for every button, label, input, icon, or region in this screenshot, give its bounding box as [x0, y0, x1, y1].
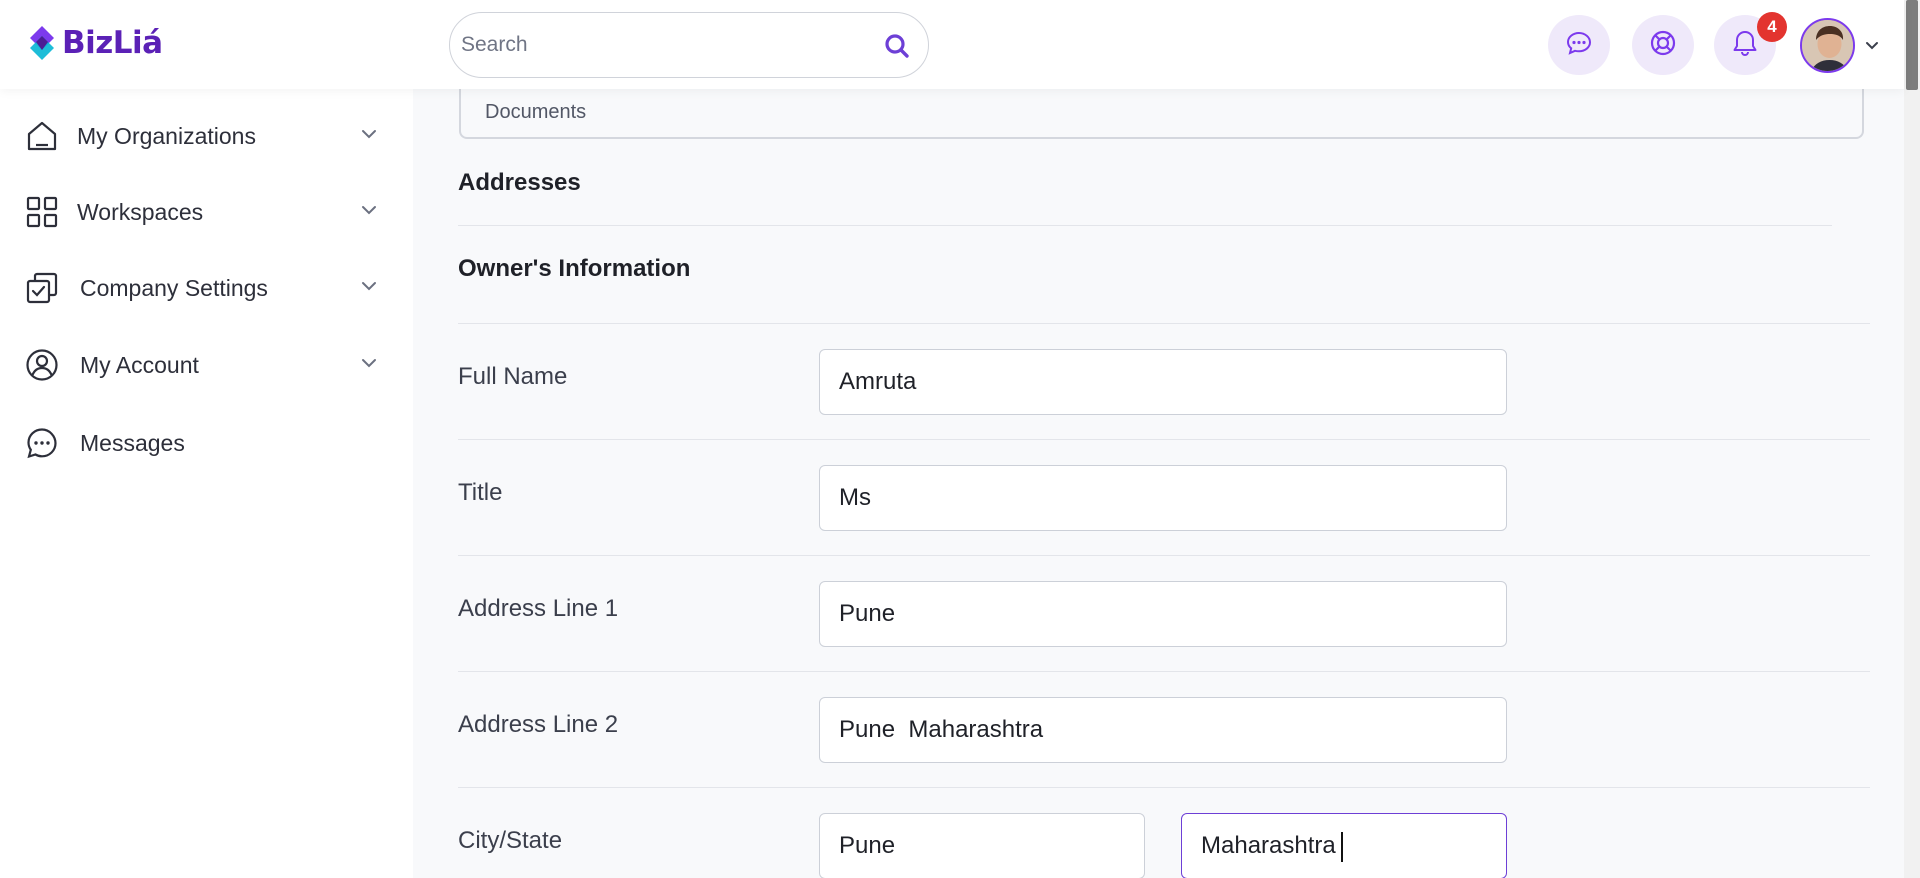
search-input[interactable]	[461, 13, 861, 77]
brand-name: BizLiá	[62, 25, 163, 61]
city-input[interactable]	[820, 814, 1144, 878]
chevron-down-icon[interactable]	[358, 275, 380, 302]
chevron-down-icon[interactable]	[358, 199, 380, 226]
sidebar-item-my-account[interactable]: My Account	[0, 335, 413, 395]
message-icon	[24, 425, 60, 461]
sidebar-item-my-organizations[interactable]: My Organizations	[0, 106, 413, 166]
city-state-label: City/State	[458, 827, 563, 854]
full-name-label: Full Name	[458, 363, 568, 390]
support-button[interactable]	[1632, 15, 1694, 75]
divider	[458, 225, 1832, 226]
sidebar-item-label: My Account	[80, 351, 199, 378]
chevron-down-icon[interactable]	[358, 352, 380, 379]
sidebar-item-label: Workspaces	[77, 198, 204, 225]
sidebar-item-company-settings[interactable]: Company Settings	[0, 258, 413, 318]
divider	[458, 555, 1870, 556]
page-scrollbar[interactable]	[1904, 0, 1920, 878]
brand-logo[interactable]: BizLiá	[28, 24, 163, 62]
home-icon	[24, 118, 60, 154]
settings-check-icon	[24, 270, 60, 306]
main-content: Documents Addresses Owner's Information …	[413, 69, 1904, 878]
bell-icon	[1730, 28, 1760, 63]
support-icon	[1648, 28, 1678, 63]
sidebar-item-label: Messages	[80, 429, 185, 456]
title-label: Title	[458, 479, 503, 506]
chevron-down-icon[interactable]	[1864, 37, 1880, 58]
sidebar-item-workspaces[interactable]: Workspaces	[0, 182, 413, 242]
search-box	[449, 12, 929, 78]
search-icon[interactable]	[884, 33, 910, 59]
chat-icon	[1564, 28, 1594, 63]
full-name-field[interactable]	[819, 349, 1507, 415]
top-header: BizLiá 4	[0, 0, 1904, 89]
scrollbar-thumb[interactable]	[1906, 0, 1918, 90]
chevron-down-icon[interactable]	[358, 123, 380, 150]
divider	[458, 323, 1870, 324]
address-line-1-input[interactable]	[820, 582, 1506, 646]
notification-badge: 4	[1757, 12, 1787, 42]
address-line-1-label: Address Line 1	[458, 595, 619, 622]
grid-icon	[24, 194, 60, 230]
title-input[interactable]	[820, 466, 1506, 530]
logo-icon	[28, 24, 58, 62]
chat-button[interactable]	[1548, 15, 1610, 75]
sidebar-item-messages[interactable]: Messages	[0, 413, 413, 473]
address-line-2-label: Address Line 2	[458, 711, 619, 738]
divider	[458, 787, 1870, 788]
full-name-input[interactable]	[820, 350, 1506, 414]
address-line-2-field[interactable]	[819, 697, 1507, 763]
divider	[458, 439, 1870, 440]
divider	[458, 671, 1870, 672]
documents-label: Documents	[485, 101, 587, 123]
text-caret	[1341, 832, 1343, 862]
owner-info-title: Owner's Information	[458, 255, 691, 282]
city-field[interactable]	[819, 813, 1145, 878]
avatar[interactable]	[1800, 18, 1855, 73]
title-field[interactable]	[819, 465, 1507, 531]
addresses-title[interactable]: Addresses	[458, 169, 581, 197]
address-line-1-field[interactable]	[819, 581, 1507, 647]
sidebar-item-label: Company Settings	[80, 274, 268, 301]
sidebar-item-label: My Organizations	[77, 122, 256, 149]
user-circle-icon	[24, 347, 60, 383]
sidebar: My Organizations Workspaces Company Sett…	[0, 89, 413, 878]
address-line-2-input[interactable]	[820, 698, 1506, 762]
state-field[interactable]	[1181, 813, 1507, 878]
state-input[interactable]	[1182, 814, 1506, 878]
